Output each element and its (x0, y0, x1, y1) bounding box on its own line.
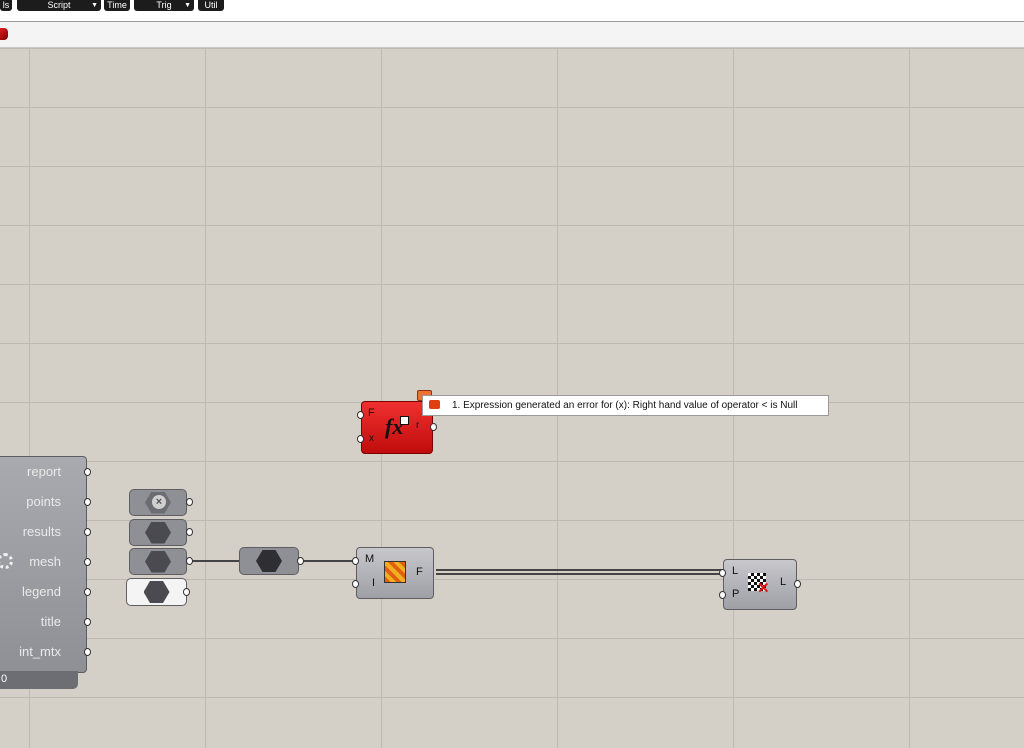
input-l-label: L (732, 565, 739, 577)
input-i-label: I (372, 577, 376, 589)
tab-time[interactable]: Time (104, 0, 130, 11)
tab-label: Script (47, 0, 71, 10)
cluster-component[interactable]: report points results mesh legend title … (0, 456, 91, 673)
output-l-label: L (780, 576, 787, 588)
tab-util[interactable]: Util (198, 0, 224, 11)
input-grip[interactable] (352, 580, 359, 588)
chevron-down-icon: ▼ (184, 2, 191, 9)
output-grip[interactable] (186, 528, 193, 536)
tab-label: ls (2, 0, 10, 10)
hexagon-icon (143, 581, 170, 603)
output-grip[interactable] (84, 558, 91, 566)
output-grip[interactable] (84, 588, 91, 596)
output-f-label: F (416, 566, 423, 578)
tab-trig[interactable]: Trig ▼ (134, 0, 194, 11)
input-grip[interactable] (357, 411, 364, 419)
output-grip[interactable] (794, 580, 801, 588)
error-tooltip-text: 1. Expression generated an error for (x)… (452, 400, 798, 411)
input-grip[interactable] (719, 569, 726, 577)
output-grip[interactable] (84, 498, 91, 506)
output-legend-label: legend (21, 584, 61, 599)
hexagon-icon (145, 521, 171, 544)
tab-maths[interactable]: ls (0, 0, 12, 11)
grasshopper-icon[interactable] (0, 28, 8, 40)
output-report-label: report (27, 464, 61, 479)
tab-label: Util (204, 0, 218, 10)
tab-script[interactable]: Script ▼ (17, 0, 101, 11)
input-grip[interactable] (357, 435, 364, 443)
input-grip[interactable] (352, 557, 359, 565)
output-grip[interactable] (84, 528, 91, 536)
output-grip[interactable] (430, 423, 437, 431)
tab-label: Time (107, 0, 127, 10)
deform-component[interactable]: M I F (356, 547, 434, 599)
output-grip[interactable] (84, 648, 91, 656)
close-icon: × (152, 495, 166, 509)
input-m-label: M (365, 553, 375, 565)
input-p-label: P (732, 588, 740, 600)
input-grip[interactable] (719, 591, 726, 599)
output-points-label: points (26, 494, 61, 509)
mesh-icon (256, 550, 282, 572)
param-points[interactable]: × (129, 489, 187, 516)
chevron-down-icon: ▼ (91, 2, 98, 9)
output-grip[interactable] (183, 588, 190, 596)
output-grip[interactable] (84, 468, 91, 476)
mesh-param-component[interactable] (239, 547, 299, 575)
hexagon-icon (145, 550, 171, 573)
canvas-toolbar (0, 22, 1024, 48)
cluster-footer: 0 (0, 671, 78, 689)
output-grip[interactable] (186, 557, 193, 565)
output-results-label: results (22, 524, 61, 539)
cluster-footer-text: 0 (1, 673, 8, 685)
cull-pattern-component[interactable]: L P L ✕ (723, 559, 797, 610)
tab-label: Trig (156, 0, 172, 10)
input-x-label: x (369, 433, 374, 444)
error-icon (429, 400, 440, 409)
param-mesh[interactable] (129, 548, 187, 575)
param-legend[interactable] (126, 578, 187, 606)
ribbon-tab-bar: ls Script ▼ Time Trig ▼ Util (0, 0, 1024, 22)
output-grip[interactable] (84, 618, 91, 626)
input-f-label: F (368, 407, 375, 419)
error-tooltip: 1. Expression generated an error for (x)… (422, 395, 829, 416)
output-grip[interactable] (297, 557, 304, 565)
param-results[interactable] (129, 519, 187, 546)
output-grip[interactable] (186, 498, 193, 506)
output-title-label: title (40, 614, 61, 629)
delete-icon: ✕ (757, 580, 770, 597)
output-int-mtx-label: int_mtx (19, 644, 61, 659)
mesh-deform-icon (384, 561, 406, 583)
edit-indicator-icon (400, 416, 409, 425)
output-r-label: r (416, 420, 420, 431)
